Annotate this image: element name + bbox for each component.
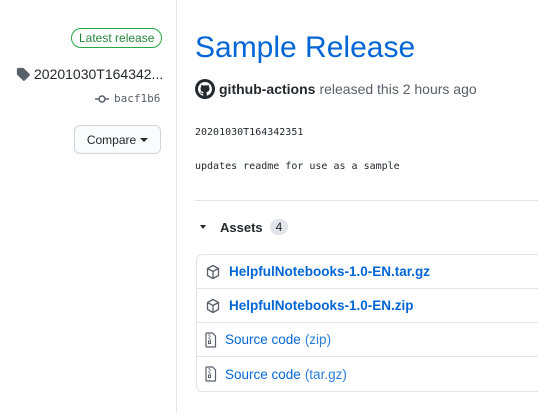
asset-row: HelpfulNotebooks-1.0-EN.zip [197,289,538,323]
assets-count-badge: 4 [269,219,289,235]
release-title[interactable]: Sample Release [195,31,415,65]
released-time: released this 2 hours ago [319,81,477,97]
sidebar-divider [176,0,177,413]
release-author-row: github-actions released this 2 hours ago [195,79,477,99]
tag-link[interactable]: 20201030T164342... [16,66,163,82]
tag-name: 20201030T164342... [34,66,164,82]
package-icon [206,264,220,279]
asset-link[interactable]: HelpfulNotebooks-1.0-EN.zip [229,298,414,313]
source-code-zip-link[interactable]: Source code [225,332,301,347]
author-link[interactable]: github-actions [219,81,315,97]
release-tag-text: 20201030T164342351 [195,127,304,138]
assets-list: HelpfulNotebooks-1.0-EN.tar.gz HelpfulNo… [196,254,538,392]
tag-icon [16,67,30,81]
commit-link[interactable]: bacf1b6 [95,92,160,105]
release-sidebar: Latest release 20201030T164342... bacf1b… [0,0,176,413]
asset-link[interactable]: HelpfulNotebooks-1.0-EN.tar.gz [229,264,430,279]
source-code-format: (zip) [304,332,332,347]
assets-divider [195,200,538,201]
compare-button[interactable]: Compare [74,125,161,154]
package-icon [206,298,220,313]
asset-row: HelpfulNotebooks-1.0-EN.tar.gz [197,255,538,289]
source-code-format: (tar.gz) [304,366,347,382]
caret-down-icon [140,137,149,142]
git-commit-icon [95,94,109,103]
github-avatar-icon[interactable] [195,79,215,99]
triangle-down-icon [200,225,206,229]
file-zip-icon [205,331,217,348]
asset-row: Source code (zip) [197,323,538,357]
assets-label: Assets [220,219,263,235]
source-code-targz-link[interactable]: Source code [225,367,301,382]
assets-toggle[interactable]: Assets 4 [200,219,289,235]
latest-release-badge: Latest release [71,28,163,48]
commit-sha: bacf1b6 [114,92,161,105]
file-zip-icon [205,366,217,382]
release-body-text: updates readme for use as a sample [195,161,400,172]
compare-label: Compare [86,132,137,147]
asset-row: Source code (tar.gz) [197,357,538,391]
